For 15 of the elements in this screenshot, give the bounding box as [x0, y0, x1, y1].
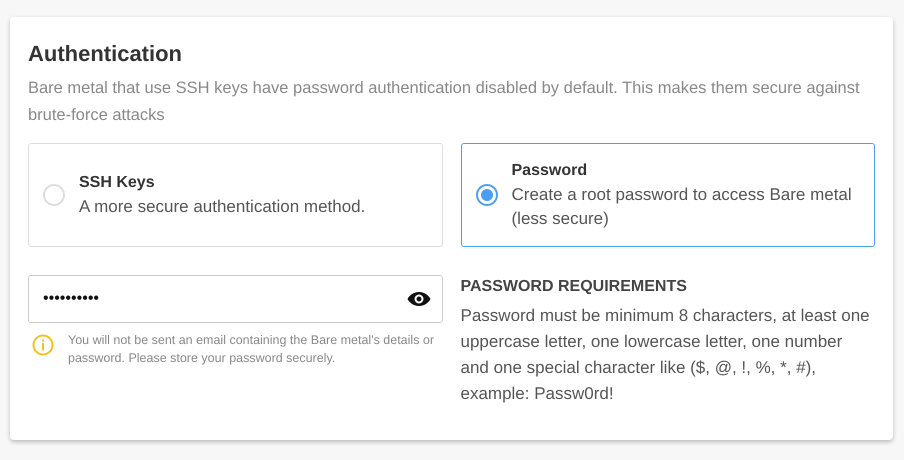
- requirements-heading: PASSWORD REQUIREMENTS: [460, 277, 688, 297]
- option-description: A more secure authentication method.: [79, 196, 366, 218]
- option-title: SSH Keys: [79, 173, 156, 193]
- option-title: Password: [512, 161, 588, 181]
- requirements-text: Password must be minimum 8 characters, at least one uppercase letter, one lowercase letter, one number and one special character like ($, @, !, %, *, #), example: Passw0rd!: [460, 305, 871, 405]
- section-title: Authentication: [28, 40, 183, 68]
- auth-option-card[interactable]: Password Create a root password to access Bare metal (less secure): [460, 143, 875, 247]
- radio-button[interactable]: [476, 184, 498, 206]
- section-description: Bare metal that use SSH keys have password authentication disabled by default. This makes them secure against brute-force attacks: [28, 78, 861, 126]
- eye-icon[interactable]: [406, 291, 430, 307]
- option-description: Create a root password to access Bare metal (less secure): [512, 184, 853, 230]
- security-note: You will not be sent an email containing the Bare metal's details or password. Please store your password securely.: [68, 332, 436, 367]
- password-field[interactable]: ••••••••••: [28, 275, 442, 323]
- auth-option-card[interactable]: SSH Keys A more secure authentication method.: [28, 143, 442, 247]
- info-icon: [32, 334, 54, 356]
